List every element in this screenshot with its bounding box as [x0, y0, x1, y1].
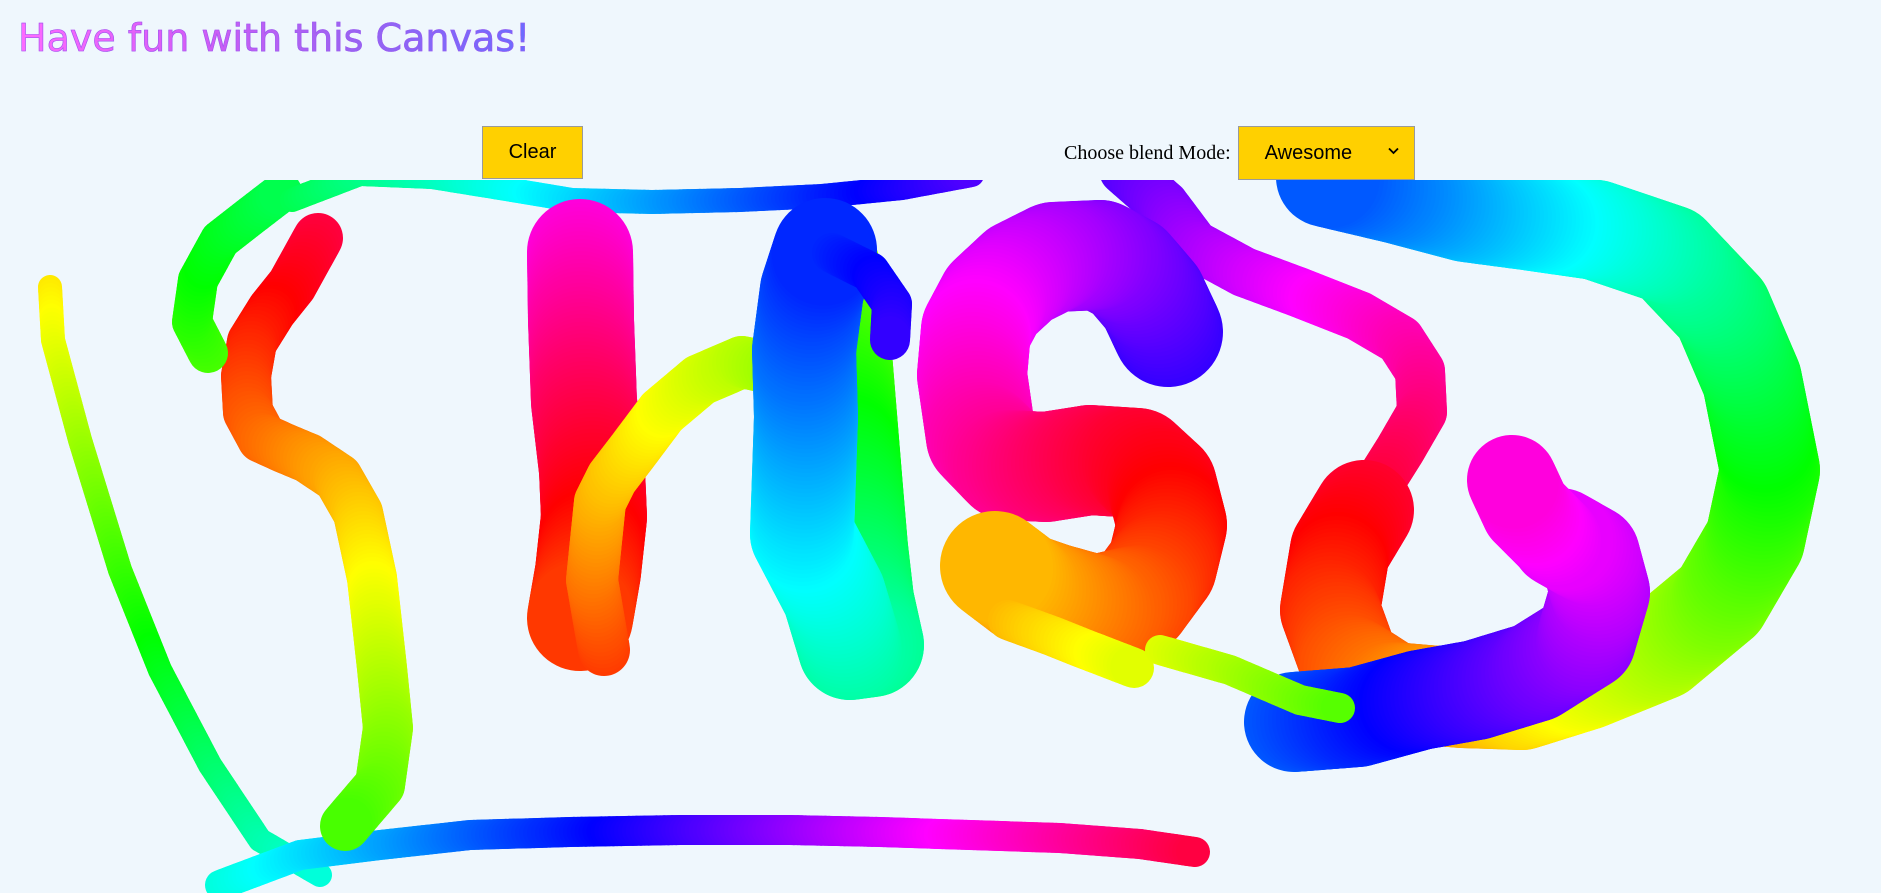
blend-mode-value: Awesome: [1264, 141, 1353, 164]
clear-button[interactable]: Clear: [482, 126, 583, 179]
page-title: Have fun with this Canvas!: [18, 16, 531, 60]
drawing-canvas[interactable]: [0, 180, 1881, 893]
drawing-surface: [38, 180, 1820, 893]
app-root: Have fun with this Canvas! Clear Choose …: [0, 0, 1881, 893]
blend-mode-select[interactable]: Awesome: [1237, 126, 1415, 180]
chevron-down-icon: [1388, 147, 1399, 155]
blend-mode-label: Choose blend Mode:: [1064, 141, 1231, 164]
brush-stroke: [221, 213, 413, 851]
blend-mode-control: Choose blend Mode: Awesome: [1064, 126, 1415, 180]
brush-stroke: [1467, 435, 1601, 585]
brush-stroke: [750, 198, 924, 700]
brush-stroke: [280, 180, 983, 214]
brush-stroke: [38, 275, 332, 887]
brush-stroke: [917, 200, 1227, 665]
